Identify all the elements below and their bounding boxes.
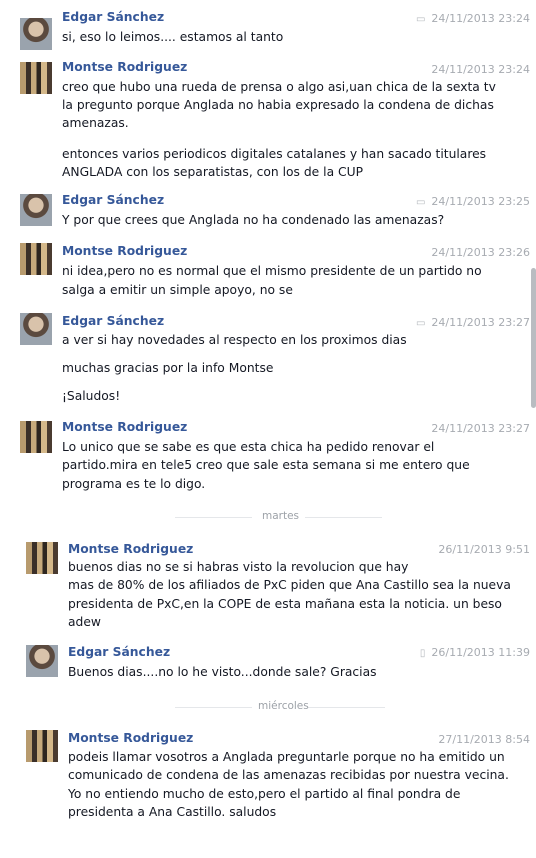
message-text: comunicado de condena de las amenazas re…	[68, 768, 509, 782]
message-timestamp: 24/11/2013 23:24	[431, 63, 530, 76]
author-name[interactable]: Edgar Sánchez	[62, 10, 164, 24]
date-divider: miércoles	[0, 700, 536, 714]
message-text: Y por que crees que Anglada no ha conden…	[62, 213, 445, 227]
date-divider: martes	[0, 510, 536, 524]
author-name[interactable]: Montse Rodriguez	[62, 60, 187, 74]
author-name[interactable]: Montse Rodriguez	[68, 542, 193, 556]
message-timestamp: 26/11/2013 9:51	[438, 543, 530, 556]
avatar[interactable]	[26, 542, 58, 574]
divider-rule	[175, 517, 252, 518]
message-text: Lo unico que se sabe es que esta chica h…	[62, 440, 435, 454]
avatar[interactable]	[20, 194, 52, 226]
message-text: creo que hubo una rueda de prensa o algo…	[62, 80, 496, 94]
timestamp-text: 27/11/2013 8:54	[438, 733, 530, 746]
message-text: mas de 80% de los afiliados de PxC piden…	[68, 578, 511, 592]
divider-label: miércoles	[258, 700, 309, 712]
author-name[interactable]: Edgar Sánchez	[62, 193, 164, 207]
message-timestamp: ▯ 26/11/2013 11:39	[420, 646, 530, 659]
author-name[interactable]: Edgar Sánchez	[68, 645, 170, 659]
timestamp-text: 24/11/2013 23:24	[431, 12, 530, 25]
message-text: ANGLADA con los separatistas, con los de…	[62, 165, 364, 179]
message-text: presidenta de PxC,en la COPE de esta mañ…	[68, 597, 502, 611]
message-text: muchas gracias por la info Montse	[62, 361, 274, 375]
message-timestamp: ▭ 24/11/2013 23:24	[416, 12, 530, 25]
message-text: salga a emitir un simple apoyo, no se	[62, 283, 293, 297]
message-text: ¡Saludos!	[62, 389, 121, 403]
message-text: presidenta a Ana Castillo. saludos	[68, 805, 277, 819]
message-text: programa es te lo digo.	[62, 477, 206, 491]
chat-icon: ▭	[415, 197, 426, 208]
message-text: Yo no entiendo mucho de esto,pero el par…	[68, 787, 461, 801]
message-text: podeis llamar vosotros a Anglada pregunt…	[68, 750, 505, 764]
avatar[interactable]	[26, 730, 58, 762]
avatar[interactable]	[20, 313, 52, 345]
divider-rule	[308, 707, 385, 708]
timestamp-text: 24/11/2013 23:25	[431, 195, 530, 208]
timestamp-text: 26/11/2013 11:39	[431, 646, 530, 659]
timestamp-text: 24/11/2013 23:27	[431, 316, 530, 329]
author-name[interactable]: Edgar Sánchez	[62, 314, 164, 328]
message-text: ni idea,pero no es normal que el mismo p…	[62, 264, 482, 278]
divider-rule	[305, 517, 382, 518]
message-text: la pregunto porque Anglada no habia expr…	[62, 98, 494, 112]
message-timestamp: 27/11/2013 8:54	[438, 733, 530, 746]
scrollbar[interactable]	[531, 268, 536, 408]
avatar[interactable]	[20, 62, 52, 94]
avatar[interactable]	[20, 18, 52, 50]
divider-rule	[175, 707, 252, 708]
message-timestamp: ▭ 24/11/2013 23:27	[416, 316, 530, 329]
avatar[interactable]	[20, 421, 52, 453]
author-name[interactable]: Montse Rodriguez	[62, 420, 187, 434]
timestamp-text: 24/11/2013 23:27	[431, 422, 530, 435]
avatar[interactable]	[20, 243, 52, 275]
message-text: a ver si hay novedades al respecto en lo…	[62, 333, 407, 347]
chat-icon: ▭	[415, 318, 426, 329]
message-text: si, eso lo leimos.... estamos al tanto	[62, 30, 284, 44]
divider-label: martes	[262, 510, 300, 522]
message-timestamp: 24/11/2013 23:27	[431, 422, 530, 435]
timestamp-text: 26/11/2013 9:51	[438, 543, 530, 556]
chat-icon: ▭	[415, 14, 426, 25]
message-timestamp: 24/11/2013 23:26	[431, 246, 530, 259]
message-text: adew	[68, 615, 101, 629]
avatar[interactable]	[26, 645, 58, 677]
author-name[interactable]: Montse Rodriguez	[62, 244, 187, 258]
message-timestamp: ▭ 24/11/2013 23:25	[416, 195, 530, 208]
message-text: entonces varios periodicos digitales cat…	[62, 147, 487, 161]
mobile-icon: ▯	[419, 648, 426, 659]
message-text: buenos dias no se si habras visto la rev…	[68, 560, 409, 574]
timestamp-text: 24/11/2013 23:24	[431, 63, 530, 76]
message-text: amenazas.	[62, 116, 129, 130]
author-name[interactable]: Montse Rodriguez	[68, 731, 193, 745]
timestamp-text: 24/11/2013 23:26	[431, 246, 530, 259]
message-text: partido.mira en tele5 creo que sale esta…	[62, 458, 470, 472]
message-text: Buenos dias....no lo he visto...donde sa…	[68, 665, 377, 679]
